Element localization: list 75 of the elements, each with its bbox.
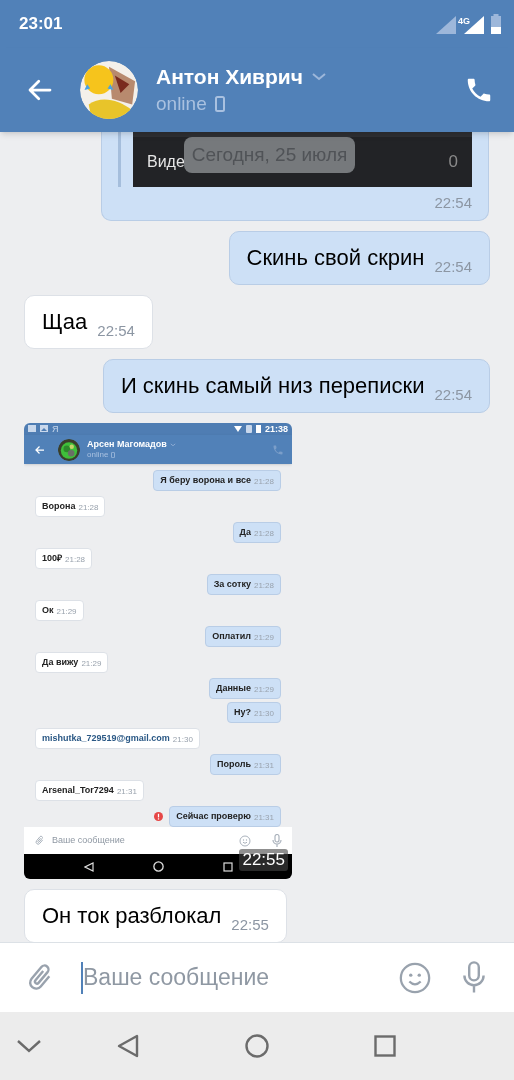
sim-icon <box>245 425 252 433</box>
online-status: online <box>156 92 207 116</box>
app-letter: Я <box>52 424 59 434</box>
battery-icon <box>255 425 261 433</box>
message-text: 100₽ <box>42 553 63 565</box>
message-time: 21:28 <box>253 581 274 591</box>
message-time: 21:30 <box>253 709 274 719</box>
mobile-icon <box>214 96 225 112</box>
microphone-icon[interactable] <box>462 960 486 995</box>
chevron-down-icon[interactable] <box>16 1038 42 1054</box>
message-time: 21:29 <box>253 685 274 695</box>
message-text: Щаа <box>42 308 88 336</box>
microphone-icon <box>272 833 282 848</box>
back-arrow-icon <box>34 443 46 456</box>
message-time: 21:29 <box>56 607 77 617</box>
message-time: 21:31 <box>116 787 137 797</box>
message-time: 22:54 <box>434 258 472 276</box>
message-text: Он ток разблокал <box>42 902 222 930</box>
clock: 21:38 <box>264 424 288 434</box>
message-time: 21:28 <box>253 529 274 539</box>
message-text: Скинь свой скрин <box>246 244 425 272</box>
contact-name[interactable]: Антон Хиврич <box>156 64 303 90</box>
smiley-icon <box>239 834 251 847</box>
clock: 23:01 <box>19 13 63 36</box>
mobile-icon <box>111 452 116 459</box>
message-time: 21:29 <box>81 659 102 669</box>
back-triangle-icon <box>83 861 94 872</box>
smiley-icon[interactable] <box>398 960 432 995</box>
chevron-down-icon <box>310 72 327 82</box>
message-time: 22:55 <box>239 849 288 871</box>
message-field[interactable]: Ваше сообщение <box>0 942 514 1012</box>
home-circle-icon[interactable] <box>245 1034 269 1058</box>
message-text: Оплатил <box>212 631 251 643</box>
message-text: Ок <box>42 605 54 617</box>
message-time: 21:28 <box>65 555 86 565</box>
network-label: 4G <box>458 16 470 26</box>
message-time: 22:54 <box>97 322 135 340</box>
message-time: 21:31 <box>253 761 274 771</box>
image-icon <box>40 425 48 433</box>
message-text: Я беру ворона и все <box>160 475 251 487</box>
recents-square-icon <box>222 861 233 872</box>
view-count: 0 <box>448 151 458 174</box>
message-text: Пороль <box>216 759 251 771</box>
message-time: 21:30 <box>172 735 193 745</box>
message-text: Да вижу <box>42 657 79 669</box>
message-text: Да <box>239 527 251 539</box>
phone-icon <box>272 443 284 456</box>
message-text: Ворона <box>42 501 76 513</box>
message-time: 22:55 <box>231 916 269 934</box>
message-time: 21:28 <box>78 503 99 513</box>
chevron-down-icon <box>169 442 176 447</box>
video-title: Виде <box>147 152 185 172</box>
recents-square-icon[interactable] <box>374 1035 396 1057</box>
battery-icon <box>490 14 502 34</box>
message-text: Сейчас проверю <box>176 811 251 823</box>
message-time: 21:31 <box>253 813 274 823</box>
text-cursor <box>81 961 83 994</box>
online-status: online <box>87 450 109 461</box>
message-input[interactable]: Ваше сообщение <box>83 957 398 998</box>
message-text: За сотку <box>213 579 251 591</box>
message-text: Arsenal_Tor7294 <box>42 785 114 797</box>
message-time: 21:29 <box>253 633 274 643</box>
message-text: Данные <box>216 683 251 695</box>
message-time: 21:28 <box>253 477 274 487</box>
error-icon <box>154 812 164 822</box>
message-time: 22:54 <box>434 194 472 212</box>
message-time: 22:54 <box>434 386 472 404</box>
signal-icon <box>436 16 456 34</box>
placeholder-text: Ваше сообщение <box>52 834 126 848</box>
home-circle-icon <box>152 861 164 873</box>
message-text: Ну? <box>233 707 251 719</box>
message-text: И скинь самый низ переписки <box>120 372 425 400</box>
email-link[interactable]: mishutka_729519@gmail.com <box>42 733 170 745</box>
back-triangle-icon[interactable] <box>117 1034 139 1058</box>
contact-name: Арсен Магомадов <box>87 439 167 451</box>
